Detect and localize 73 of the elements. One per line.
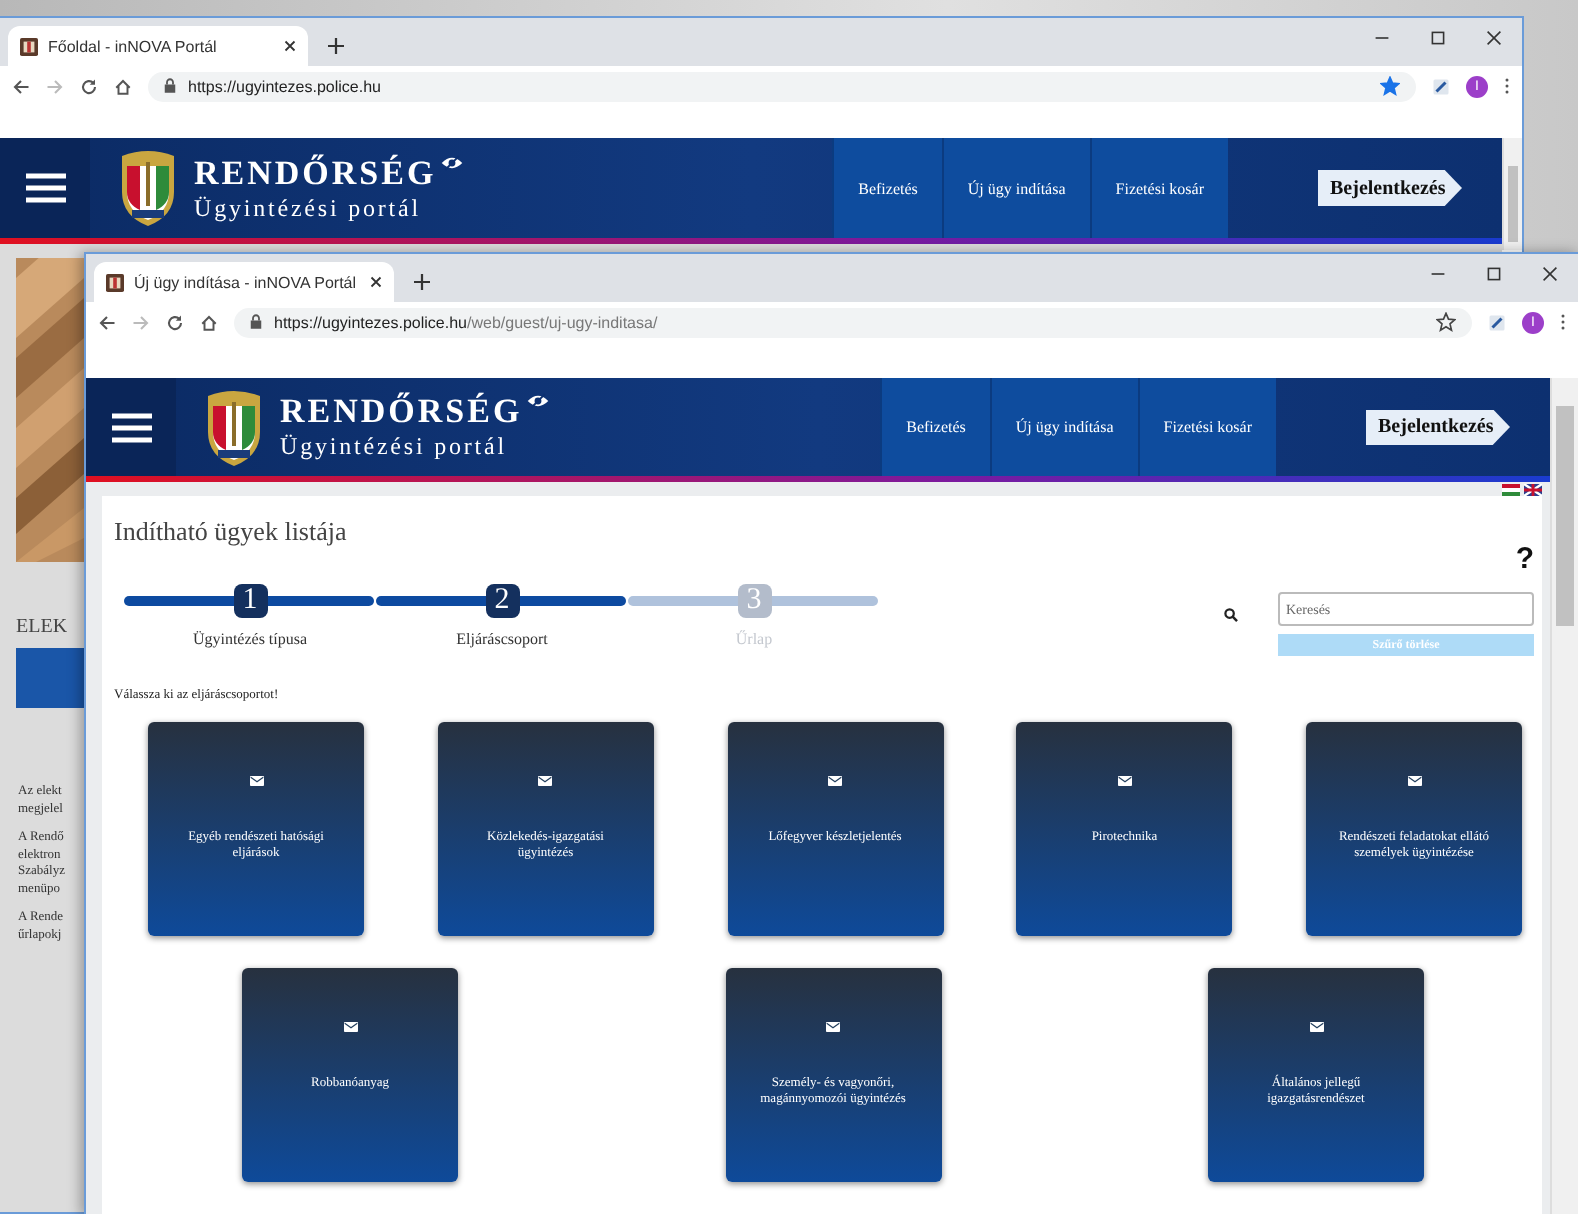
maximize-icon[interactable] — [1430, 30, 1446, 46]
envelope-icon — [343, 1022, 357, 1032]
new-tab-icon[interactable] — [414, 274, 430, 290]
search-icon — [1224, 608, 1238, 622]
close-icon[interactable] — [284, 40, 296, 52]
scrollbar[interactable] — [1550, 378, 1578, 1214]
eye-slash-icon[interactable] — [526, 392, 551, 410]
close-icon[interactable] — [370, 276, 382, 288]
envelope-icon — [1309, 1022, 1323, 1032]
site-title: RENDŐRSÉG — [194, 153, 437, 193]
site-title: RENDŐRSÉG — [280, 392, 523, 432]
address-bar[interactable]: https://ugyintezes.police.hu — [148, 71, 1416, 101]
envelope-icon — [249, 776, 263, 786]
nav-link[interactable]: Fizetési kosár — [1089, 138, 1228, 238]
banner — [16, 648, 88, 708]
url-text: https://ugyintezes.police.hu/web/guest/uj-ugy-inditasa/ — [274, 313, 658, 331]
favicon-icon — [20, 37, 38, 55]
step-number: 2 — [485, 584, 519, 618]
login-button[interactable]: Bejelentkezés — [1318, 170, 1462, 206]
step-number: 3 — [737, 584, 771, 618]
close-icon[interactable] — [1542, 266, 1558, 282]
back-icon[interactable] — [12, 77, 30, 95]
browser-tab[interactable]: Főoldal - inNOVA Portál — [8, 26, 308, 66]
address-bar[interactable]: https://ugyintezes.police.hu/web/guest/uj-ugy-inditasa/ — [234, 307, 1472, 337]
step-label: Ügyintézés típusa — [192, 630, 308, 648]
menu-button[interactable] — [0, 138, 90, 238]
section-heading: ELEK — [16, 616, 68, 638]
step-label: Eljáráscsoport — [456, 630, 548, 648]
reload-icon[interactable] — [80, 77, 98, 95]
envelope-icon — [538, 776, 553, 786]
lock-icon — [250, 314, 262, 330]
nav-link[interactable]: Új ügy indítása — [989, 378, 1138, 476]
police-shield-logo — [118, 148, 178, 228]
close-icon[interactable] — [1486, 30, 1502, 46]
nav-link[interactable]: Fizetési kosár — [1137, 378, 1276, 476]
envelope-icon — [1407, 776, 1421, 786]
eye-slash-icon[interactable] — [440, 153, 465, 171]
envelope-icon — [828, 776, 842, 786]
back-icon[interactable] — [98, 313, 116, 331]
maximize-icon[interactable] — [1486, 266, 1502, 282]
new-tab-icon[interactable] — [328, 38, 344, 54]
extension-icon[interactable] — [1488, 313, 1506, 331]
star-icon[interactable] — [1380, 76, 1400, 96]
favicon-icon — [106, 273, 124, 291]
page-title: Indítható ügyek listája — [114, 516, 347, 548]
more-icon[interactable] — [1504, 76, 1510, 96]
envelope-icon — [826, 1022, 840, 1032]
step-number: 1 — [233, 584, 267, 618]
help-link[interactable]: ? — [1515, 542, 1534, 576]
lock-icon — [164, 78, 176, 94]
home-icon[interactable] — [114, 77, 132, 95]
reload-icon[interactable] — [166, 313, 184, 331]
scrollbar[interactable] — [1502, 138, 1522, 250]
nav-link[interactable]: Új ügy indítása — [941, 138, 1090, 238]
login-button[interactable]: Bejelentkezés — [1366, 409, 1510, 445]
browser-tab[interactable]: Új ügy indítása - inNOVA Portál — [94, 262, 394, 302]
extension-icon[interactable] — [1432, 77, 1450, 95]
envelope-icon — [1117, 776, 1132, 786]
step-label: Űrlap — [735, 630, 773, 648]
nav-link[interactable]: Befizetés — [880, 378, 990, 476]
more-icon[interactable] — [1560, 312, 1566, 332]
site-subtitle: Ügyintézési portál — [194, 193, 424, 223]
home-icon[interactable] — [200, 313, 218, 331]
nav-link[interactable]: Befizetés — [832, 138, 942, 238]
menu-icon — [25, 172, 65, 204]
flag-icon[interactable] — [1502, 483, 1520, 495]
url-text: https://ugyintezes.police.hu — [188, 77, 382, 95]
flag-icon[interactable] — [1524, 483, 1542, 495]
menu-icon — [111, 411, 151, 443]
police-shield-logo — [204, 387, 264, 467]
menu-button[interactable] — [86, 378, 176, 476]
site-subtitle: Ügyintézési portál — [280, 432, 510, 462]
star-icon[interactable] — [1436, 312, 1456, 332]
